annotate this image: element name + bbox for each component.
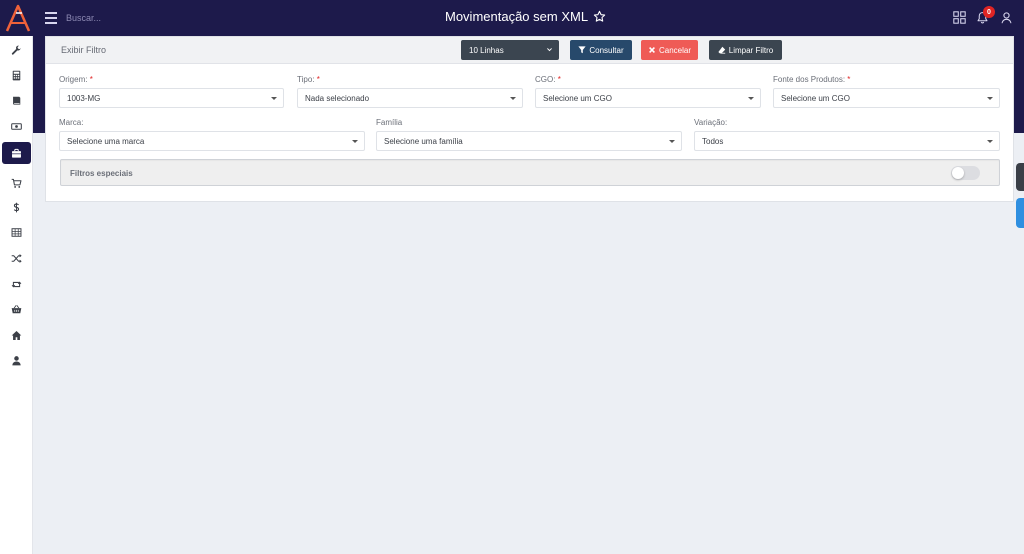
sidebar-item-shuffle[interactable] <box>2 247 31 269</box>
menu-toggle-button[interactable] <box>45 12 57 24</box>
variacao-label: Variação: <box>694 118 727 127</box>
money-icon <box>11 122 22 130</box>
caret-down-icon <box>271 97 277 100</box>
fonte-select[interactable]: Selecione um CGO <box>773 88 1000 108</box>
familia-label-text: Família <box>376 118 403 127</box>
briefcase-icon <box>12 148 21 158</box>
origem-select[interactable]: 1003-MG <box>59 88 284 108</box>
chevron-down-icon <box>547 48 552 52</box>
origem-value: 1003-MG <box>67 93 101 103</box>
fonte-required-mark: * <box>847 75 851 84</box>
sidebar <box>0 36 33 554</box>
cancelar-label: Cancelar <box>658 45 691 55</box>
cgo-label-text: CGO: <box>535 75 556 84</box>
star-icon[interactable] <box>593 10 606 23</box>
special-filters-bar: Filtros especiais <box>60 159 1000 186</box>
sidebar-item-money[interactable] <box>2 115 31 137</box>
person-icon <box>12 355 21 365</box>
sidebar-item-table[interactable] <box>2 221 31 243</box>
sidebar-item-dollar[interactable] <box>2 196 31 218</box>
lines-per-page-value: 10 Linhas <box>469 45 504 55</box>
limpar-filtro-button[interactable]: Limpar Filtro <box>709 40 782 60</box>
consultar-label: Consultar <box>589 45 624 55</box>
notification-badge: 0 <box>983 6 995 18</box>
sidebar-item-tools[interactable] <box>2 39 31 61</box>
caret-down-icon <box>510 97 516 100</box>
home-icon <box>11 330 22 340</box>
fonte-value: Selecione um CGO <box>781 93 850 103</box>
shuffle-icon <box>11 253 22 263</box>
wrench-icon <box>11 45 21 55</box>
retweet-icon <box>11 281 22 287</box>
fonte-label-text: Fonte dos Produtos: <box>773 75 846 84</box>
origem-label-text: Origem: <box>59 75 88 84</box>
marca-select[interactable]: Selecione uma marca <box>59 131 365 151</box>
special-filters-toggle[interactable] <box>951 166 980 180</box>
cart-icon <box>11 178 22 188</box>
toggle-knob <box>952 167 964 179</box>
variacao-select[interactable]: Todos <box>694 131 1000 151</box>
book-icon <box>13 96 21 105</box>
cgo-required-mark: * <box>557 75 561 84</box>
table-icon <box>11 227 22 237</box>
close-icon <box>649 47 655 53</box>
tipo-label: Tipo: * <box>297 75 320 84</box>
tipo-required-mark: * <box>316 75 320 84</box>
grid-icon[interactable] <box>953 11 966 24</box>
marca-value: Selecione uma marca <box>67 136 145 146</box>
page-title: Movimentação sem XML <box>445 9 589 24</box>
tipo-label-text: Tipo: <box>297 75 315 84</box>
cancelar-button[interactable]: Cancelar <box>641 40 698 60</box>
limpar-filtro-label: Limpar Filtro <box>728 45 774 55</box>
special-filters-label: Filtros especiais <box>70 169 133 178</box>
caret-down-icon <box>352 140 358 143</box>
user-icon[interactable] <box>1000 11 1013 24</box>
sidebar-item-calculator[interactable] <box>2 64 31 86</box>
cgo-label: CGO: * <box>535 75 561 84</box>
eraser-icon <box>718 46 725 54</box>
sidebar-item-retweet[interactable] <box>2 273 31 295</box>
marca-label-text: Marca: <box>59 118 84 127</box>
search-input[interactable] <box>66 10 266 26</box>
sidebar-item-user[interactable] <box>2 349 31 371</box>
app-logo[interactable] <box>4 4 32 32</box>
caret-down-icon <box>748 97 754 100</box>
marca-label: Marca: <box>59 118 83 127</box>
sidebar-item-basket[interactable] <box>2 298 31 320</box>
lines-per-page-select[interactable]: 10 Linhas <box>461 40 559 60</box>
tipo-select[interactable]: Nada selecionado <box>297 88 523 108</box>
cgo-select[interactable]: Selecione um CGO <box>535 88 761 108</box>
filter-panel-header[interactable]: Exibir Filtro 10 Linhas Consultar Cancel… <box>46 37 1013 64</box>
sidebar-item-home[interactable] <box>2 324 31 346</box>
tipo-value: Nada selecionado <box>305 93 370 103</box>
variacao-label-text: Variação: <box>694 118 728 127</box>
edge-tab-blue[interactable] <box>1016 198 1024 228</box>
sidebar-item-book[interactable] <box>2 89 31 111</box>
filter-panel-title: Exibir Filtro <box>61 45 107 55</box>
caret-down-icon <box>987 140 993 143</box>
familia-value: Selecione uma família <box>384 136 463 146</box>
familia-label: Família <box>376 118 402 127</box>
dollar-icon <box>13 202 20 212</box>
variacao-value: Todos <box>702 136 724 146</box>
familia-select[interactable]: Selecione uma família <box>376 131 682 151</box>
calculator-icon <box>12 70 21 80</box>
caret-down-icon <box>987 97 993 100</box>
origem-required-mark: * <box>89 75 93 84</box>
cgo-value: Selecione um CGO <box>543 93 612 103</box>
consultar-button[interactable]: Consultar <box>570 40 632 60</box>
filter-icon <box>578 46 586 54</box>
caret-down-icon <box>669 140 675 143</box>
fonte-label: Fonte dos Produtos: * <box>773 75 850 84</box>
sidebar-item-cart[interactable] <box>2 172 31 194</box>
page-title-group: Movimentação sem XML <box>445 9 606 24</box>
basket-icon <box>11 304 22 313</box>
origem-label: Origem: * <box>59 75 93 84</box>
sidebar-item-briefcase[interactable] <box>2 142 31 164</box>
edge-tab-dark[interactable] <box>1016 163 1024 191</box>
filter-panel: Exibir Filtro 10 Linhas Consultar Cancel… <box>45 36 1014 202</box>
